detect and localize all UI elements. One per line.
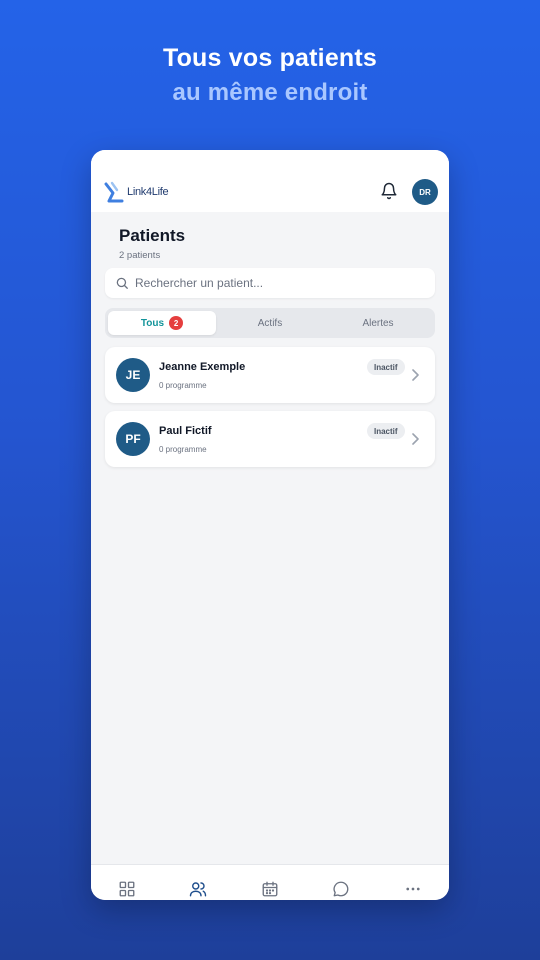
tab-alertes[interactable]: Alertes xyxy=(324,311,432,335)
users-icon[interactable] xyxy=(189,880,207,898)
patient-avatar: JE xyxy=(116,358,150,392)
filter-tabs: Tous 2 Actifs Alertes xyxy=(105,308,435,338)
page-title: Patients xyxy=(119,226,186,245)
tab-tous[interactable]: Tous 2 xyxy=(108,311,216,335)
tab-label: Tous xyxy=(140,317,165,329)
search-icon xyxy=(116,277,128,289)
patient-count: 2 patients xyxy=(119,250,161,261)
chevron-right-icon xyxy=(412,433,419,445)
promo-headline: Tous vos patients au même endroit xyxy=(0,44,540,107)
patient-card[interactable]: JE Jeanne Exemple 0 programme Inactif xyxy=(105,347,435,403)
patient-avatar: PF xyxy=(116,422,150,456)
promo-title: Tous vos patients xyxy=(162,44,378,72)
app-logo: Link4Life xyxy=(103,180,169,204)
patient-card[interactable]: PF Paul Fictif 0 programme Inactif xyxy=(105,411,435,467)
patient-programs: 0 programme xyxy=(159,381,207,390)
search-input[interactable] xyxy=(135,268,425,298)
dashboard-icon[interactable] xyxy=(118,880,136,898)
patient-name: Jeanne Exemple xyxy=(159,361,246,373)
chat-icon[interactable] xyxy=(332,880,350,898)
status-badge: Inactif xyxy=(367,423,405,439)
chevron-right-icon xyxy=(412,369,419,381)
count-badge: 2 xyxy=(169,316,184,330)
promo-subtitle: au même endroit xyxy=(172,79,368,106)
calendar-icon[interactable] xyxy=(261,880,279,898)
search-bar[interactable] xyxy=(105,268,435,298)
tab-actifs[interactable]: Actifs xyxy=(216,311,324,335)
app-header: Link4Life DR xyxy=(91,150,449,212)
tab-label: Actifs xyxy=(257,317,283,329)
link4life-logo-icon xyxy=(104,181,124,203)
tab-label: Alertes xyxy=(362,317,394,329)
patient-programs: 0 programme xyxy=(159,445,207,454)
status-badge: Inactif xyxy=(367,359,405,375)
user-avatar[interactable]: DR xyxy=(412,179,438,205)
bell-icon[interactable] xyxy=(380,182,398,200)
bottom-nav xyxy=(91,864,449,900)
patient-name: Paul Fictif xyxy=(159,425,212,437)
phone-screen: Link4Life DR Patients 2 patients Tous 2 … xyxy=(91,150,449,900)
more-icon[interactable] xyxy=(404,880,422,898)
logo-text: Link4Life xyxy=(127,186,169,198)
